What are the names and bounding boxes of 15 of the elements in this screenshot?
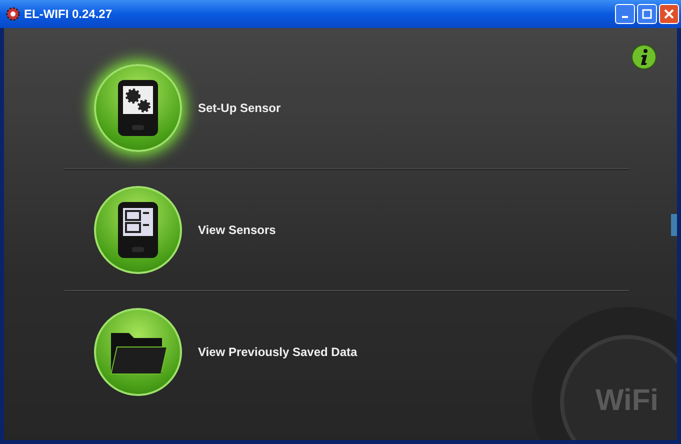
device-display-icon — [117, 201, 159, 259]
gear-icon — [6, 7, 20, 21]
menu-orb-button[interactable] — [94, 64, 182, 152]
maximize-icon — [642, 9, 652, 19]
window-title: EL-WIFI 0.24.27 — [24, 7, 112, 21]
device-gears-icon — [117, 79, 159, 137]
close-button[interactable] — [659, 4, 679, 24]
menu-label[interactable]: View Sensors — [198, 223, 276, 237]
minimize-button[interactable] — [615, 4, 635, 24]
maximize-button[interactable] — [637, 4, 657, 24]
close-icon — [664, 9, 674, 19]
minimize-icon — [622, 16, 628, 18]
info-icon[interactable] — [631, 44, 657, 70]
menu-label[interactable]: View Previously Saved Data — [198, 345, 358, 359]
menu-label[interactable]: Set-Up Sensor — [198, 101, 281, 115]
